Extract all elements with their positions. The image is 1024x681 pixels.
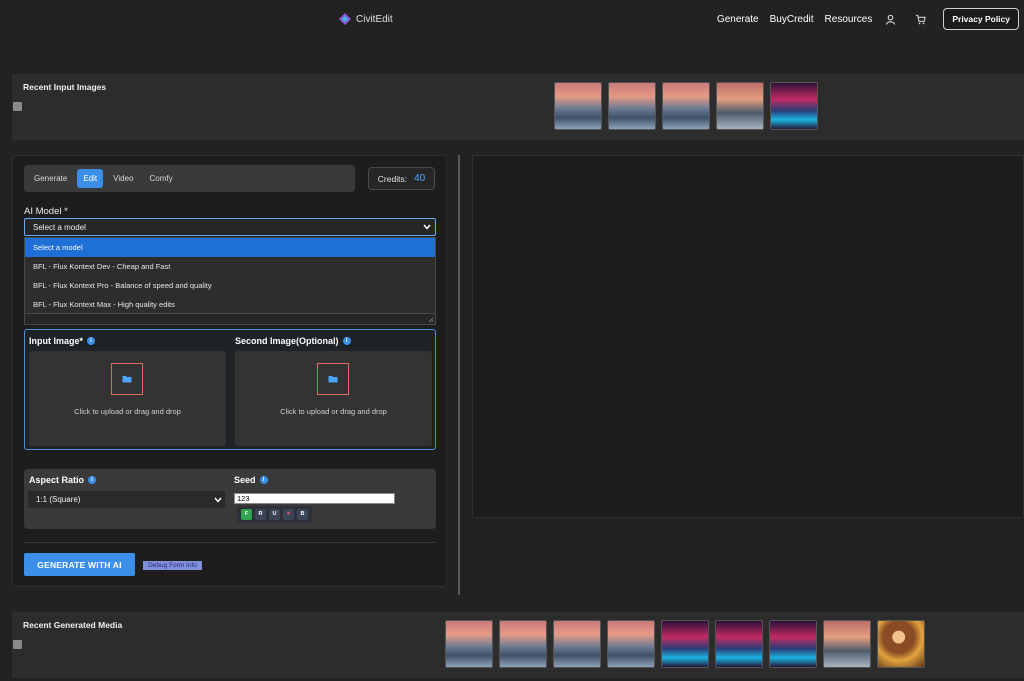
recent-input-thumb[interactable] bbox=[770, 82, 818, 130]
preview-canvas bbox=[472, 155, 1024, 518]
second-image-label: Second Image(Optional) bbox=[235, 336, 339, 346]
seed-favorite-button[interactable]: ♥ bbox=[283, 509, 294, 520]
recent-generated-thumb[interactable] bbox=[553, 620, 601, 668]
credits-value: 40 bbox=[414, 173, 426, 184]
seed-random-button[interactable]: R bbox=[255, 509, 266, 520]
seed-b-button[interactable]: B bbox=[297, 509, 308, 520]
ai-model-selected: Select a model bbox=[33, 222, 86, 232]
recent-generated-thumb[interactable] bbox=[769, 620, 817, 668]
resize-handle-icon[interactable] bbox=[428, 317, 434, 323]
second-image-title: Second Image(Optional) i bbox=[235, 336, 351, 346]
input-image-hint: Click to upload or drag and drop bbox=[74, 407, 181, 416]
seed-label: Seed bbox=[234, 475, 256, 485]
recent-generated-thumb[interactable] bbox=[715, 620, 763, 668]
recent-input-thumb[interactable] bbox=[662, 82, 710, 130]
model-option[interactable]: BFL - Flux Kontext Max - High quality ed… bbox=[25, 295, 435, 314]
recent-input-thumb[interactable] bbox=[554, 82, 602, 130]
aspect-ratio-value: 1:1 (Square) bbox=[36, 495, 81, 504]
cart-icon[interactable] bbox=[913, 12, 927, 26]
model-option[interactable]: BFL - Flux Kontext Pro - Balance of spee… bbox=[25, 276, 435, 295]
chevron-down-icon bbox=[423, 224, 431, 230]
info-icon[interactable]: i bbox=[87, 337, 96, 345]
aspect-ratio-select[interactable]: 1:1 (Square) bbox=[28, 491, 225, 508]
generate-with-ai-button[interactable]: GENERATE WITH AI bbox=[24, 553, 135, 576]
info-icon[interactable]: i bbox=[342, 337, 351, 345]
aspect-ratio-title: Aspect Ratio i bbox=[29, 475, 97, 485]
tab-generate[interactable]: Generate bbox=[28, 169, 73, 188]
recent-generated-thumb[interactable] bbox=[823, 620, 871, 668]
model-option[interactable]: BFL - Flux Kontext Dev - Cheap and Fast bbox=[25, 257, 435, 276]
tab-video[interactable]: Video bbox=[107, 169, 139, 188]
debug-form-info-button[interactable]: Debug Form Info bbox=[143, 561, 202, 570]
generation-params: Aspect Ratio i 1:1 (Square) Seed i 123 F… bbox=[24, 469, 436, 529]
recent-generated-thumb[interactable] bbox=[499, 620, 547, 668]
recent-input-thumbs bbox=[554, 82, 818, 130]
user-icon[interactable] bbox=[883, 12, 897, 26]
input-image-dropzone[interactable]: Click to upload or drag and drop bbox=[29, 351, 226, 446]
info-icon[interactable]: i bbox=[259, 476, 268, 484]
input-image-title: Input Image* i bbox=[29, 336, 96, 346]
privacy-policy-button[interactable]: Privacy Policy bbox=[943, 8, 1019, 30]
recent-generated-thumb[interactable] bbox=[607, 620, 655, 668]
model-option[interactable]: Select a model bbox=[25, 238, 435, 257]
recent-generated-title: Recent Generated Media bbox=[23, 620, 123, 630]
info-icon[interactable]: i bbox=[88, 476, 97, 484]
recent-input-thumb[interactable] bbox=[608, 82, 656, 130]
second-image-dropzone[interactable]: Click to upload or drag and drop bbox=[235, 351, 432, 446]
aspect-ratio-label: Aspect Ratio bbox=[29, 475, 85, 485]
nav-buycredit[interactable]: BuyCredit bbox=[770, 14, 814, 25]
brand-logo[interactable]: CivitEdit bbox=[338, 12, 393, 26]
recent-generated-thumbs bbox=[445, 620, 925, 668]
panel-splitter[interactable] bbox=[458, 155, 460, 595]
tab-comfy[interactable]: Comfy bbox=[143, 169, 178, 188]
recent-generated-checkbox[interactable] bbox=[13, 640, 22, 649]
input-image-label: Input Image* bbox=[29, 336, 84, 346]
ai-model-dropdown: Select a model BFL - Flux Kontext Dev - … bbox=[24, 237, 436, 314]
seed-fixed-button[interactable]: F bbox=[241, 509, 252, 520]
recent-input-checkbox[interactable] bbox=[13, 102, 22, 111]
seed-buttons: F R U ♥ B bbox=[237, 506, 312, 523]
top-nav: Generate BuyCredit Resources Privacy Pol… bbox=[717, 8, 1024, 30]
nav-generate[interactable]: Generate bbox=[717, 14, 759, 25]
recent-generated-thumb[interactable] bbox=[445, 620, 493, 668]
recent-generated-thumb[interactable] bbox=[661, 620, 709, 668]
second-image-hint: Click to upload or drag and drop bbox=[280, 407, 387, 416]
ai-model-select[interactable]: Select a model bbox=[24, 218, 436, 236]
recent-input-title: Recent Input Images bbox=[23, 82, 107, 92]
recent-input-thumb[interactable] bbox=[716, 82, 764, 130]
credits-badge: Credits: 40 bbox=[368, 167, 435, 190]
recent-generated-strip: Recent Generated Media bbox=[12, 612, 1024, 678]
upload-icon bbox=[317, 363, 349, 395]
ai-model-label: AI Model * bbox=[24, 206, 68, 217]
credits-label: Credits: bbox=[377, 173, 408, 184]
logo-icon bbox=[339, 13, 351, 25]
seed-title: Seed i bbox=[234, 475, 268, 485]
divider bbox=[24, 542, 436, 543]
upload-section: Input Image* i Second Image(Optional) i … bbox=[24, 329, 436, 450]
brand-name: CivitEdit bbox=[356, 13, 393, 25]
chevron-down-icon bbox=[214, 497, 222, 503]
seed-input[interactable]: 123 bbox=[234, 493, 395, 504]
mode-tabs: Generate Edit Video Comfy bbox=[24, 165, 355, 192]
tab-edit[interactable]: Edit bbox=[77, 169, 104, 188]
seed-u-button[interactable]: U bbox=[269, 509, 280, 520]
prompt-textarea[interactable] bbox=[24, 314, 436, 325]
nav-resources[interactable]: Resources bbox=[825, 14, 873, 25]
recent-generated-thumb[interactable] bbox=[877, 620, 925, 668]
upload-icon bbox=[111, 363, 143, 395]
recent-input-strip: Recent Input Images bbox=[12, 74, 1024, 140]
